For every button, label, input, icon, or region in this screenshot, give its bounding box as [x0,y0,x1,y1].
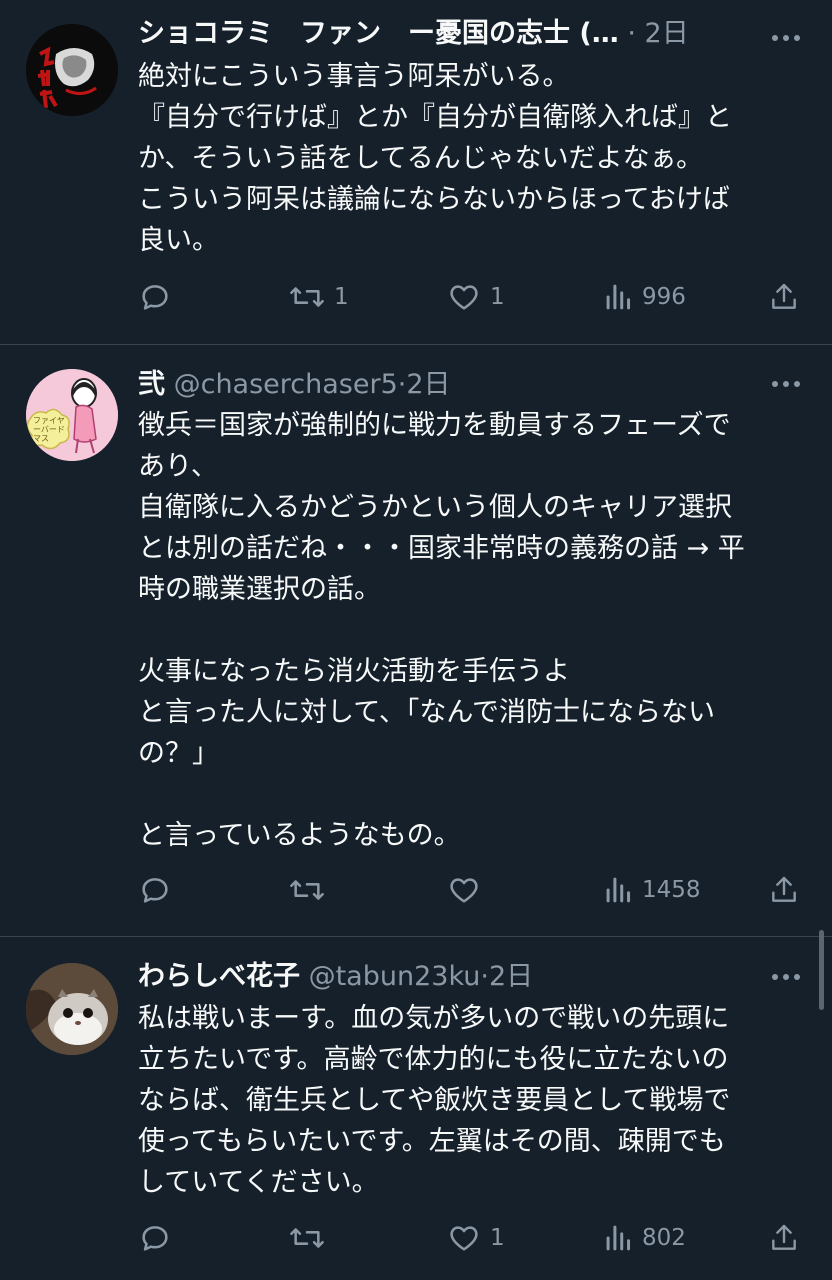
tweet-line: していてください。 [138,1167,379,1198]
reply-button[interactable] [138,1218,180,1258]
more-icon[interactable] [770,376,802,390]
more-icon[interactable] [770,30,802,44]
action-bar: 1 802 [138,1218,808,1258]
share-button[interactable] [768,277,800,317]
timestamp[interactable]: 2日 [489,961,533,992]
retweet-icon [290,1228,324,1248]
avatar-image [26,963,118,1055]
author-handle[interactable]: @chaserchaser5 [174,369,398,400]
retweet-button[interactable] [288,870,334,910]
avatar[interactable] [26,963,118,1055]
avatar[interactable]: ファイヤーバードマス [26,369,118,461]
retweet-icon [290,287,324,307]
tweet-line: か、そういう話をしてるんじゃないだよなぁ。 [138,143,704,174]
views-icon [606,877,631,903]
tweet-text: 私は戦いまーす。血の気が多いので戦いの先頭に 立ちたいです。高齢で体力的にも役に… [138,998,808,1203]
tweet-line: 『自分で行けば』とか『自分が自衛隊入れば』と [138,102,732,133]
tweet-line: 徴兵＝国家が強制的に戦力を動員するフェーズで [138,410,731,441]
tweet-2[interactable]: ファイヤーバードマス 弐 @chaserchaser5·2日 徴兵＝国家が強制的… [0,345,832,936]
views-count: 996 [642,284,686,310]
share-icon [772,283,796,309]
author-name[interactable]: 弐 [138,369,165,400]
tweet-line: と言った人に対して、「なんで消防士にならない [138,697,715,728]
avatar-image [26,369,118,461]
like-count: 1 [490,1225,505,1251]
tweet-line: 使ってもらいたいです。左翼はその間、疎開でも [138,1126,726,1157]
tweet-line: と言っているようなもの。 [138,820,461,851]
views-icon [606,284,631,310]
separator-dot: · [627,18,636,49]
tweet-line [138,774,808,815]
tweet-line: あり、 [138,451,218,482]
reply-button[interactable] [138,277,180,317]
avatar-image [26,24,118,116]
views-icon [606,1225,631,1251]
tweet-line: こういう阿呆は議論にならないからほっておけば [138,184,730,215]
views-count: 1458 [642,877,701,903]
tweet-header: わらしべ花子 @tabun23ku·2日 [138,957,752,997]
heart-icon [450,285,478,310]
views-button[interactable]: 802 [604,1218,686,1258]
tweet-header: 弐 @chaserchaser5·2日 [138,365,752,405]
views-button[interactable]: 1458 [604,870,701,910]
timestamp[interactable]: 2日 [406,369,450,400]
tweet-3[interactable]: わらしべ花子 @tabun23ku·2日 私は戦いまーす。血の気が多いので戦いの… [0,937,832,1280]
like-button[interactable]: 1 [446,1218,505,1258]
like-count: 1 [490,284,505,310]
separator-dot: · [480,961,489,992]
like-button[interactable]: 1 [446,277,505,317]
share-button[interactable] [768,1218,800,1258]
author-handle[interactable]: @tabun23ku [309,961,481,992]
reply-button[interactable] [138,870,180,910]
views-button[interactable]: 996 [604,277,686,317]
tweet-line: とは別の話だね・・・国家非常時の義務の話 → 平 [138,533,745,564]
reply-icon [142,285,168,310]
tweet-line: 時の職業選択の話。 [138,574,381,605]
author-name[interactable]: ショコラミ ファン ー憂国の志士 (… [138,18,619,49]
tweet-1[interactable]: ショコラミ ファン ー憂国の志士 (… · 2日 絶対にこういう事言う阿呆がいる… [0,0,832,344]
share-icon [772,1224,796,1250]
views-count: 802 [642,1225,686,1251]
retweet-count: 1 [334,284,349,310]
tweet-line: 自衛隊に入るかどうかという個人のキャリア選択 [138,492,732,523]
share-icon [772,876,796,902]
heart-icon [450,1226,478,1251]
tweet-line: 私は戦いまーす。血の気が多いので戦いの先頭に [138,1003,730,1034]
scrollbar[interactable] [819,930,824,1010]
like-button[interactable] [446,870,490,910]
action-bar: 1 1 996 [138,277,808,317]
tweet-line: の？」 [138,738,219,769]
tweet-line: ならば、衛生兵としてや飯炊き要員として戦場で [138,1085,731,1116]
tweet-line: 火事になったら消火活動を手伝うよ [138,656,570,687]
tweet-text: 絶対にこういう事言う阿呆がいる。 『自分で行けば』とか『自分が自衛隊入れば』と … [138,56,808,261]
tweet-line: 絶対にこういう事言う阿呆がいる。 [138,61,570,92]
timestamp[interactable]: 2日 [645,18,689,49]
retweet-button[interactable] [288,1218,334,1258]
more-icon[interactable] [770,969,802,983]
reply-icon [142,1226,168,1251]
avatar[interactable] [26,24,118,116]
author-name[interactable]: わらしべ花子 [138,961,300,992]
avatar-text: ファイヤーバードマス [33,416,65,443]
tweet-line [138,610,808,651]
tweet-text: 徴兵＝国家が強制的に戦力を動員するフェーズで あり、 自衛隊に入るかどうかという… [138,405,808,856]
retweet-icon [290,880,324,900]
tweet-line: 立ちたいです。高齢で体力的にも役に立たないの [138,1044,729,1075]
retweet-button[interactable]: 1 [288,277,349,317]
share-button[interactable] [768,870,800,910]
tweet-line: 良い。 [138,225,219,256]
reply-icon [142,878,168,903]
action-bar: 1458 [138,870,808,910]
tweet-header: ショコラミ ファン ー憂国の志士 (… · 2日 [138,14,752,54]
heart-icon [450,878,478,903]
